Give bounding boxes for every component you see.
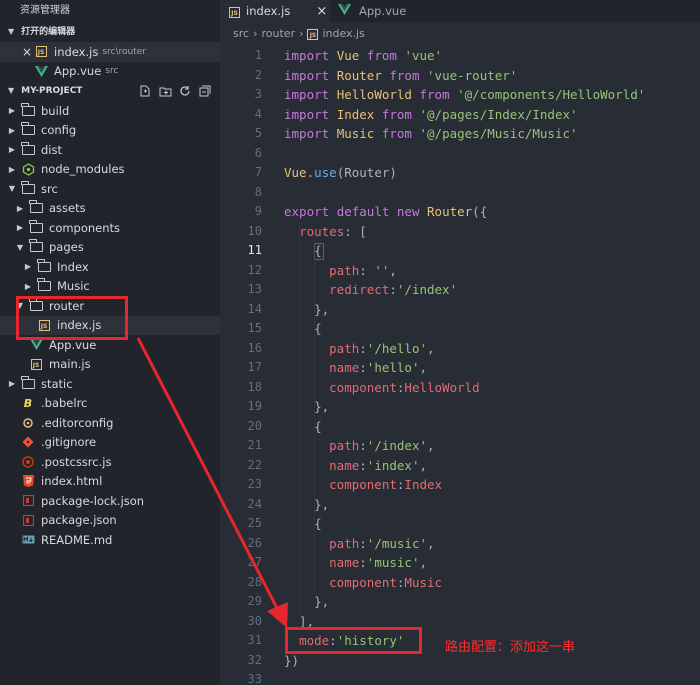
- annotation-text: 路由配置：添加这一串: [445, 640, 576, 655]
- annotation-arrow: [136, 337, 288, 628]
